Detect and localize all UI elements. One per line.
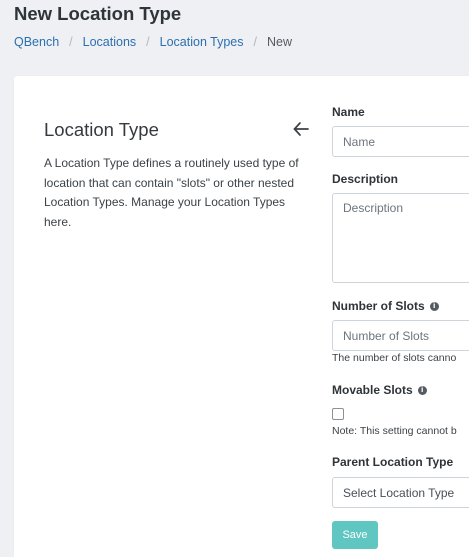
number-of-slots-label-text: Number of Slots bbox=[332, 299, 425, 313]
info-circle-icon[interactable]: i bbox=[417, 385, 427, 395]
arrow-left-icon[interactable] bbox=[291, 119, 311, 139]
breadcrumb-current: New bbox=[267, 35, 293, 49]
breadcrumb-locations[interactable]: Locations bbox=[83, 35, 137, 49]
parent-location-type-label: Parent Location Type bbox=[332, 455, 453, 469]
parent-location-type-placeholder: Select Location Type bbox=[343, 485, 455, 500]
movable-slots-label-text: Movable Slots bbox=[332, 383, 413, 397]
movable-slots-label: Movable Slots i bbox=[332, 383, 427, 397]
panel-description: A Location Type defines a routinely used… bbox=[44, 156, 299, 229]
parent-location-type-select[interactable]: Select Location Type bbox=[332, 477, 469, 508]
number-of-slots-label: Number of Slots i bbox=[332, 299, 439, 313]
info-circle-icon[interactable]: i bbox=[429, 301, 439, 311]
panel-title: Location Type bbox=[44, 119, 159, 140]
breadcrumb: QBench / Locations / Location Types / Ne… bbox=[14, 35, 292, 49]
number-of-slots-input[interactable] bbox=[332, 320, 469, 351]
page-title: New Location Type bbox=[14, 3, 182, 24]
number-of-slots-help: The number of slots canno bbox=[332, 352, 457, 364]
save-button[interactable]: Save bbox=[332, 521, 378, 549]
breadcrumb-qbench[interactable]: QBench bbox=[14, 35, 59, 49]
breadcrumb-separator: / bbox=[69, 35, 73, 49]
movable-slots-checkbox[interactable] bbox=[332, 408, 344, 420]
breadcrumb-separator: / bbox=[146, 35, 150, 49]
description-label-text: Description bbox=[332, 172, 399, 186]
description-textarea[interactable] bbox=[332, 193, 469, 283]
name-label: Name bbox=[332, 105, 365, 119]
breadcrumb-location-types[interactable]: Location Types bbox=[160, 35, 244, 49]
breadcrumb-separator: / bbox=[253, 35, 257, 49]
description-label: Description bbox=[332, 172, 398, 186]
parent-location-type-label-text: Parent Location Type bbox=[332, 455, 454, 469]
name-label-text: Name bbox=[332, 105, 365, 119]
movable-slots-note: Note: This setting cannot b bbox=[332, 425, 457, 437]
name-input[interactable] bbox=[332, 126, 469, 157]
